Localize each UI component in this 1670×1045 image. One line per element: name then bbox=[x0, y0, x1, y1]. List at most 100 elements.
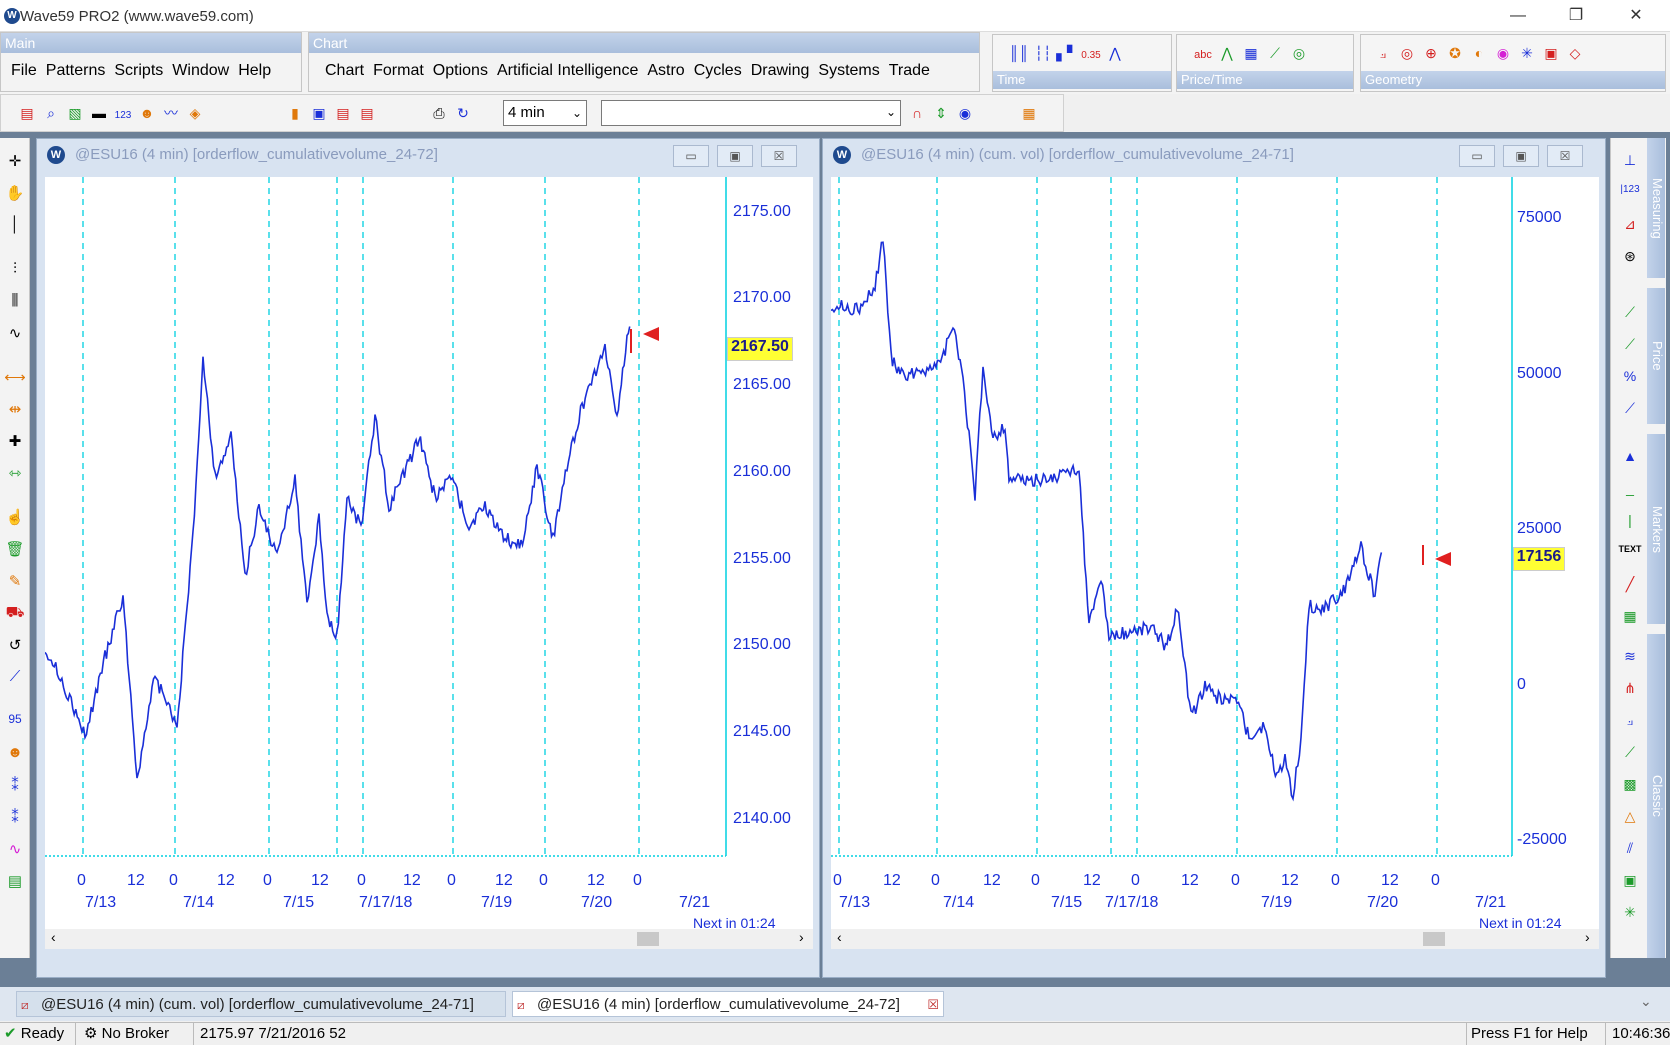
eye-icon[interactable]: ◉ bbox=[953, 101, 977, 125]
group-icon[interactable]: ☻ bbox=[0, 744, 30, 761]
cumvol-plot-area[interactable]: 17156 75000 50000 25000 0 -25000 7/13 7/… bbox=[831, 177, 1599, 949]
menu-window[interactable]: Window bbox=[172, 61, 229, 81]
bar-chart-icon[interactable]: ⫶ bbox=[0, 260, 30, 277]
template-save-icon[interactable]: ▤ bbox=[355, 101, 379, 125]
display-icon[interactable]: ▬ bbox=[87, 101, 111, 125]
expand-icon[interactable]: ⇹ bbox=[0, 400, 30, 418]
open-icon[interactable]: ▮ bbox=[283, 101, 307, 125]
menu-drawing[interactable]: Drawing bbox=[751, 61, 810, 81]
sine-icon[interactable]: ∿ bbox=[0, 840, 30, 858]
marker-line-icon[interactable]: _ bbox=[1615, 480, 1645, 496]
geometry-circles-icon[interactable]: ◎ bbox=[1395, 41, 1419, 65]
refresh-icon[interactable]: ↻ bbox=[451, 101, 475, 125]
pointer-icon[interactable]: ☝ bbox=[0, 508, 30, 526]
time-histogram-icon[interactable]: ▖▘ bbox=[1055, 41, 1079, 65]
tab-close-icon[interactable]: ☒ bbox=[927, 992, 939, 1018]
measure-bars-icon[interactable]: |123 bbox=[1615, 184, 1645, 195]
text-tool-icon[interactable]: abc bbox=[1191, 43, 1215, 67]
search-icon[interactable]: ⌕ bbox=[39, 101, 63, 125]
price-projection-icon[interactable]: ⟋ bbox=[1615, 400, 1645, 417]
ruler-icon[interactable]: ⟋ bbox=[0, 668, 30, 685]
template-icon[interactable]: ▤ bbox=[331, 101, 355, 125]
people-icon[interactable]: ☻ bbox=[135, 101, 159, 125]
grid-tool-icon[interactable]: ▦ bbox=[1239, 41, 1263, 65]
percent-icon[interactable]: % bbox=[1615, 368, 1645, 384]
price-retrace-icon[interactable]: ⟋ bbox=[1615, 304, 1645, 321]
classic-pitchfork-icon[interactable]: ⋔ bbox=[1615, 680, 1645, 697]
restore-button[interactable]: ❐ bbox=[1556, 4, 1596, 28]
price-plot-area[interactable]: 2167.50 2175.00 2170.00 2165.00 2160.00 … bbox=[45, 177, 813, 949]
truck-icon[interactable]: ⛟ bbox=[0, 604, 30, 623]
fan-tool-icon[interactable]: ⟋ bbox=[1263, 41, 1287, 65]
time-ruler-icon[interactable]: ┆┆ bbox=[1031, 41, 1055, 65]
horizontal-scrollbar[interactable]: ‹ › bbox=[45, 929, 813, 949]
menu-format[interactable]: Format bbox=[373, 61, 424, 81]
scroll-right-icon[interactable]: › bbox=[1585, 929, 1590, 945]
trash-icon[interactable]: 🗑 bbox=[0, 540, 30, 558]
add-chart-icon[interactable]: ▧ bbox=[63, 101, 87, 125]
geometry-square-icon[interactable]: ▣ bbox=[1539, 41, 1563, 65]
new-chart-icon[interactable]: ▤ bbox=[15, 101, 39, 125]
price-time-line-icon[interactable]: ⋀ bbox=[1215, 41, 1239, 65]
menu-cycles[interactable]: Cycles bbox=[694, 61, 742, 81]
geometry-sun-icon[interactable]: ✪ bbox=[1443, 41, 1467, 65]
wave-two-icon[interactable]: ⁑ bbox=[0, 808, 30, 826]
scroll-left-icon[interactable]: ‹ bbox=[837, 929, 842, 945]
classic-parallel-icon[interactable]: ⫽ bbox=[1615, 840, 1645, 857]
scroll-left-icon[interactable]: ‹ bbox=[51, 929, 56, 945]
candle-chart-icon[interactable]: ⫼ bbox=[0, 292, 30, 309]
spiral-tool-icon[interactable]: ◎ bbox=[1287, 41, 1311, 65]
menu-astro[interactable]: Astro bbox=[647, 61, 684, 81]
price-extension-icon[interactable]: ⟋ bbox=[1615, 336, 1645, 353]
tab-price[interactable]: ⧄ @ESU16 (4 min) [orderflow_cumulativevo… bbox=[512, 991, 944, 1017]
chart-tool-icon[interactable]: ▤ bbox=[0, 872, 30, 890]
time-ratio-icon[interactable]: 0.35 bbox=[1079, 44, 1103, 68]
horizontal-scrollbar[interactable]: ‹ › bbox=[831, 929, 1599, 949]
classic-channel-icon[interactable]: ≋ bbox=[1615, 648, 1645, 665]
print-icon[interactable]: ⎙ bbox=[427, 101, 451, 125]
chart-minimize-button[interactable]: ▭ bbox=[673, 145, 709, 167]
updown-arrow-icon[interactable]: ⇕ bbox=[929, 101, 953, 125]
menu-trade[interactable]: Trade bbox=[889, 61, 930, 81]
menu-file[interactable]: File bbox=[11, 61, 37, 81]
lasso-icon[interactable]: ↺ bbox=[0, 636, 30, 654]
geometry-crosshair-icon[interactable]: ⊕ bbox=[1419, 41, 1443, 65]
marker-up-icon[interactable]: ▲ bbox=[1615, 448, 1645, 464]
menu-systems[interactable]: Systems bbox=[818, 61, 879, 81]
symbol-input[interactable]: ⌄ bbox=[601, 100, 901, 126]
time-bars-icon[interactable]: ║║ bbox=[1007, 41, 1031, 65]
crosshair-icon[interactable]: ✛ bbox=[0, 152, 30, 170]
menu-help[interactable]: Help bbox=[238, 61, 271, 81]
geometry-star-icon[interactable]: ✳ bbox=[1515, 41, 1539, 65]
scroll-thumb[interactable] bbox=[637, 932, 659, 946]
tab-cumvol[interactable]: ⧄ @ESU16 (4 min) (cum. vol) [orderflow_c… bbox=[16, 991, 506, 1017]
wave-one-icon[interactable]: ⁑ bbox=[0, 776, 30, 794]
geometry-fan-icon[interactable]: ⟓ bbox=[1371, 41, 1395, 65]
chart-maximize-button[interactable]: ▣ bbox=[1503, 145, 1539, 167]
magnet-icon[interactable]: ∩ bbox=[905, 101, 929, 125]
marker-text-icon[interactable]: TEXT bbox=[1615, 544, 1645, 554]
hand-icon[interactable]: ✋ bbox=[0, 184, 30, 202]
classic-gann-icon[interactable]: ⟋ bbox=[1615, 744, 1645, 761]
chart-maximize-button[interactable]: ▣ bbox=[717, 145, 753, 167]
tab-dropdown-icon[interactable]: ⌄ bbox=[1640, 993, 1652, 1010]
chart-close-button[interactable]: ☒ bbox=[1547, 145, 1583, 167]
layout-icon[interactable]: ▦ bbox=[1017, 101, 1041, 125]
minimize-button[interactable]: — bbox=[1498, 4, 1538, 28]
marker-grid-icon[interactable]: ▦ bbox=[1615, 608, 1645, 625]
classic-web-icon[interactable]: ✳ bbox=[1615, 904, 1645, 921]
numbers-icon[interactable]: 123 bbox=[111, 104, 135, 128]
close-button[interactable]: ✕ bbox=[1616, 4, 1656, 28]
menu-chart[interactable]: Chart bbox=[325, 61, 364, 81]
measure-price-icon[interactable]: ⊥ bbox=[1615, 152, 1645, 169]
indicator-icon[interactable]: 〰 bbox=[159, 101, 183, 125]
wrench-icon[interactable]: ✎ bbox=[0, 572, 30, 590]
classic-triangle-icon[interactable]: △ bbox=[1615, 808, 1645, 825]
chart-minimize-button[interactable]: ▭ bbox=[1459, 145, 1495, 167]
horizontal-measure-icon[interactable]: ⟷ bbox=[0, 368, 30, 386]
classic-square-icon[interactable]: ▣ bbox=[1615, 872, 1645, 889]
geometry-diamond-icon[interactable]: ◇ bbox=[1563, 41, 1587, 65]
time-wave-icon[interactable]: ⋀ bbox=[1103, 41, 1127, 65]
line-chart-icon[interactable]: ∿ bbox=[0, 324, 30, 342]
menu-patterns[interactable]: Patterns bbox=[46, 61, 106, 81]
